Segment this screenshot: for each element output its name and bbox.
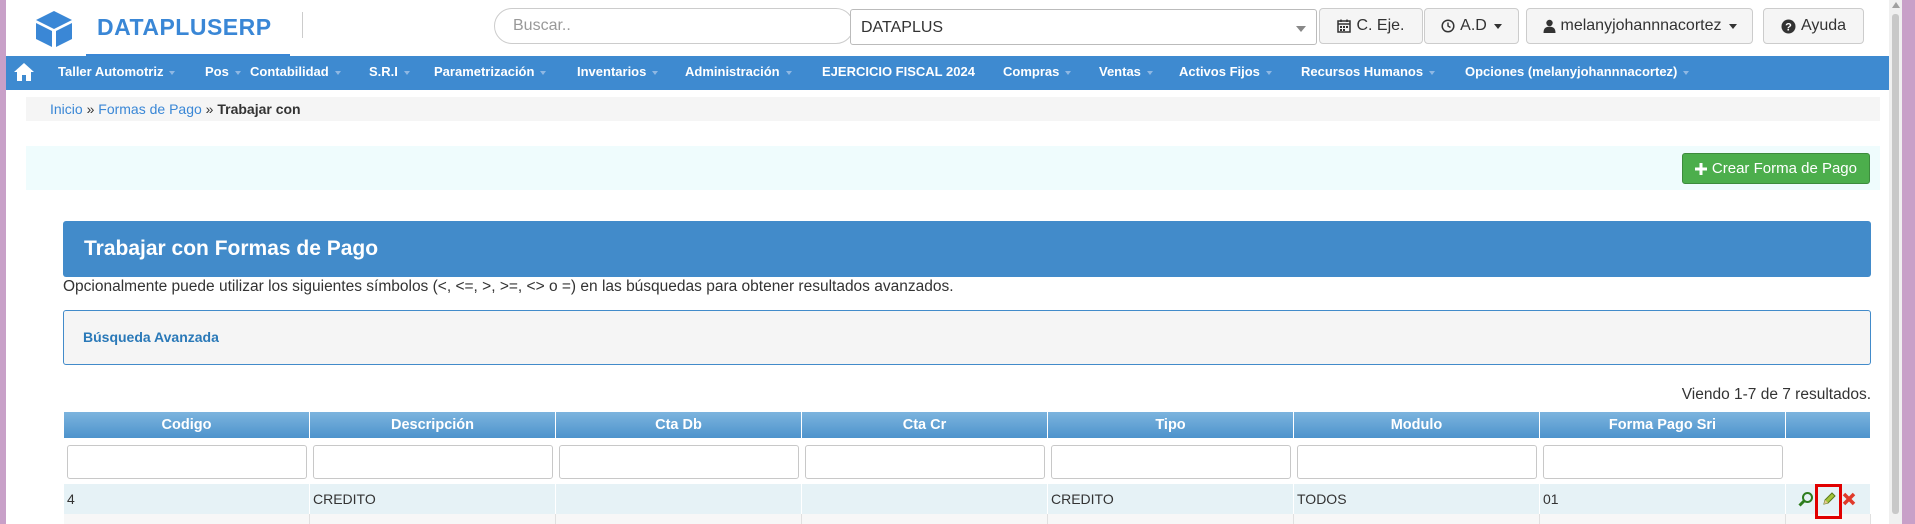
vertical-scrollbar[interactable] xyxy=(1889,0,1902,524)
delete-x-icon[interactable] xyxy=(1841,491,1857,507)
column-header-tipo[interactable]: Tipo xyxy=(1048,412,1294,438)
filter-forma-pago-sri-input[interactable] xyxy=(1543,445,1783,479)
nav-item-recursos-humanos[interactable]: Recursos Humanos xyxy=(1301,56,1436,90)
results-summary: Viendo 1-7 de 7 resultados. xyxy=(1681,386,1871,403)
column-header-descripcion[interactable]: Descripción xyxy=(310,412,556,438)
cell-descripcion: CREDITO xyxy=(310,484,556,514)
column-header-cta-db[interactable]: Cta Db xyxy=(556,412,802,438)
cell-cta-cr xyxy=(802,484,1048,514)
create-payment-method-button[interactable]: Crear Forma de Pago xyxy=(1681,153,1870,184)
cell-tipo: CREDITO xyxy=(1048,484,1294,514)
caret-down-icon xyxy=(169,70,176,75)
nav-item-taller-automotriz[interactable]: Taller Automotriz xyxy=(58,56,176,90)
caret-down-icon xyxy=(1728,23,1737,29)
cell-cta-db xyxy=(556,484,802,514)
edit-highlight-box xyxy=(1815,484,1842,519)
nav-item-sri[interactable]: S.R.I xyxy=(369,56,410,90)
ejercicio-button[interactable]: C. Eje. xyxy=(1319,8,1423,44)
scroll-up-arrow-icon[interactable] xyxy=(1892,2,1900,8)
company-select[interactable]: DATAPLUS xyxy=(850,9,1317,45)
brand-divider xyxy=(302,12,303,38)
filter-codigo-input[interactable] xyxy=(67,445,307,479)
advanced-search-panel: Búsqueda Avanzada xyxy=(63,310,1871,365)
nav-item-activos-fijos[interactable]: Activos Fijos xyxy=(1179,56,1272,90)
nav-item-administracion[interactable]: Administración xyxy=(685,56,792,90)
search-help-text: Opcionalmente puede utilizar los siguien… xyxy=(63,278,954,295)
search-input[interactable] xyxy=(494,8,854,44)
brand-name[interactable]: DATAPLUSERP xyxy=(97,14,272,41)
nav-item-parametrizacion[interactable]: Parametrización xyxy=(434,56,547,90)
nav-item-opciones[interactable]: Opciones (melanyjohannnacortez) xyxy=(1465,56,1690,90)
plus-icon xyxy=(1694,162,1707,175)
caret-down-icon xyxy=(1683,70,1690,75)
view-magnifier-icon[interactable] xyxy=(1798,491,1814,507)
caret-down-icon xyxy=(334,70,341,75)
ad-dropdown-button[interactable]: A.D xyxy=(1424,8,1519,44)
filter-tipo-input[interactable] xyxy=(1051,445,1291,479)
cell-codigo: 4 xyxy=(64,484,310,514)
nav-item-pos[interactable]: Pos xyxy=(205,56,241,90)
ejercicio-label: C. Eje. xyxy=(1356,17,1405,34)
question-circle-icon: ? xyxy=(1781,19,1796,33)
clock-icon xyxy=(1441,19,1455,33)
breadcrumb-separator: » xyxy=(86,101,95,117)
caret-down-icon xyxy=(403,70,410,75)
caret-down-icon xyxy=(540,70,547,75)
scrollbar-thumb[interactable] xyxy=(1892,14,1899,514)
caret-down-icon xyxy=(652,70,659,75)
filter-cta-cr-input[interactable] xyxy=(805,445,1045,479)
caret-down-icon xyxy=(1265,70,1272,75)
home-icon[interactable] xyxy=(13,62,35,82)
main-nav: Taller Automotriz Pos Contabilidad S.R.I… xyxy=(6,56,1902,90)
filter-cta-db-input[interactable] xyxy=(559,445,799,479)
nav-item-contabilidad[interactable]: Contabilidad xyxy=(250,56,341,90)
chevron-down-icon xyxy=(1296,26,1306,32)
grid-header: Codigo Descripción Cta Db Cta Cr Tipo Mo… xyxy=(64,412,1871,438)
cell-forma-pago-sri: 01 xyxy=(1540,484,1786,514)
ad-label: A.D xyxy=(1460,17,1487,34)
user-icon xyxy=(1543,19,1555,33)
breadcrumb-separator: » xyxy=(205,101,214,117)
caret-down-icon xyxy=(1146,70,1153,75)
column-header-cta-cr[interactable]: Cta Cr xyxy=(802,412,1048,438)
nav-item-inventarios[interactable]: Inventarios xyxy=(577,56,659,90)
cell-modulo: TODOS xyxy=(1294,484,1540,514)
page: DATAPLUSERP DATAPLUS C. Eje. A. xyxy=(6,0,1902,524)
breadcrumb-parent-link[interactable]: Formas de Pago xyxy=(98,101,202,117)
page-title: Trabajar con Formas de Pago xyxy=(63,221,1871,277)
create-button-label: Crear Forma de Pago xyxy=(1711,160,1857,177)
advanced-search-link[interactable]: Búsqueda Avanzada xyxy=(83,329,219,345)
top-header: DATAPLUSERP DATAPLUS C. Eje. A. xyxy=(6,0,1902,57)
payment-methods-grid: Codigo Descripción Cta Db Cta Cr Tipo Mo… xyxy=(64,412,1871,524)
user-name: melanyjohannnacortez xyxy=(1560,17,1722,34)
caret-down-icon xyxy=(1065,70,1072,75)
table-row[interactable]: 4 CREDITO CREDITO TODOS 01 xyxy=(64,484,1871,514)
caret-down-icon xyxy=(1429,70,1436,75)
help-label: Ayuda xyxy=(1800,17,1847,34)
user-menu-button[interactable]: melanyjohannnacortez xyxy=(1526,8,1753,44)
action-bar: Crear Forma de Pago xyxy=(26,146,1880,190)
breadcrumb-home-link[interactable]: Inicio xyxy=(50,101,83,117)
nav-item-compras[interactable]: Compras xyxy=(1003,56,1072,90)
svg-text:?: ? xyxy=(1785,21,1792,33)
column-header-modulo[interactable]: Modulo xyxy=(1294,412,1540,438)
calendar-icon xyxy=(1337,19,1352,33)
caret-down-icon xyxy=(234,70,241,75)
column-header-actions xyxy=(1786,412,1871,438)
table-row xyxy=(64,514,1871,524)
filter-descripcion-input[interactable] xyxy=(313,445,553,479)
filter-modulo-input[interactable] xyxy=(1297,445,1537,479)
grid-filter-row xyxy=(64,438,1871,484)
column-header-forma-pago-sri[interactable]: Forma Pago Sri xyxy=(1540,412,1786,438)
help-button[interactable]: ? Ayuda xyxy=(1763,8,1864,44)
caret-down-icon xyxy=(785,70,792,75)
breadcrumb-current: Trabajar con xyxy=(217,101,301,117)
cube-logo-icon xyxy=(36,11,72,47)
column-header-codigo[interactable]: Codigo xyxy=(64,412,310,438)
nav-item-ventas[interactable]: Ventas xyxy=(1099,56,1153,90)
breadcrumb: Inicio » Formas de Pago » Trabajar con xyxy=(26,97,1880,121)
nav-item-ejercicio-fiscal[interactable]: EJERCICIO FISCAL 2024 xyxy=(822,56,975,90)
company-select-value: DATAPLUS xyxy=(861,19,944,36)
caret-down-icon xyxy=(1493,23,1502,29)
